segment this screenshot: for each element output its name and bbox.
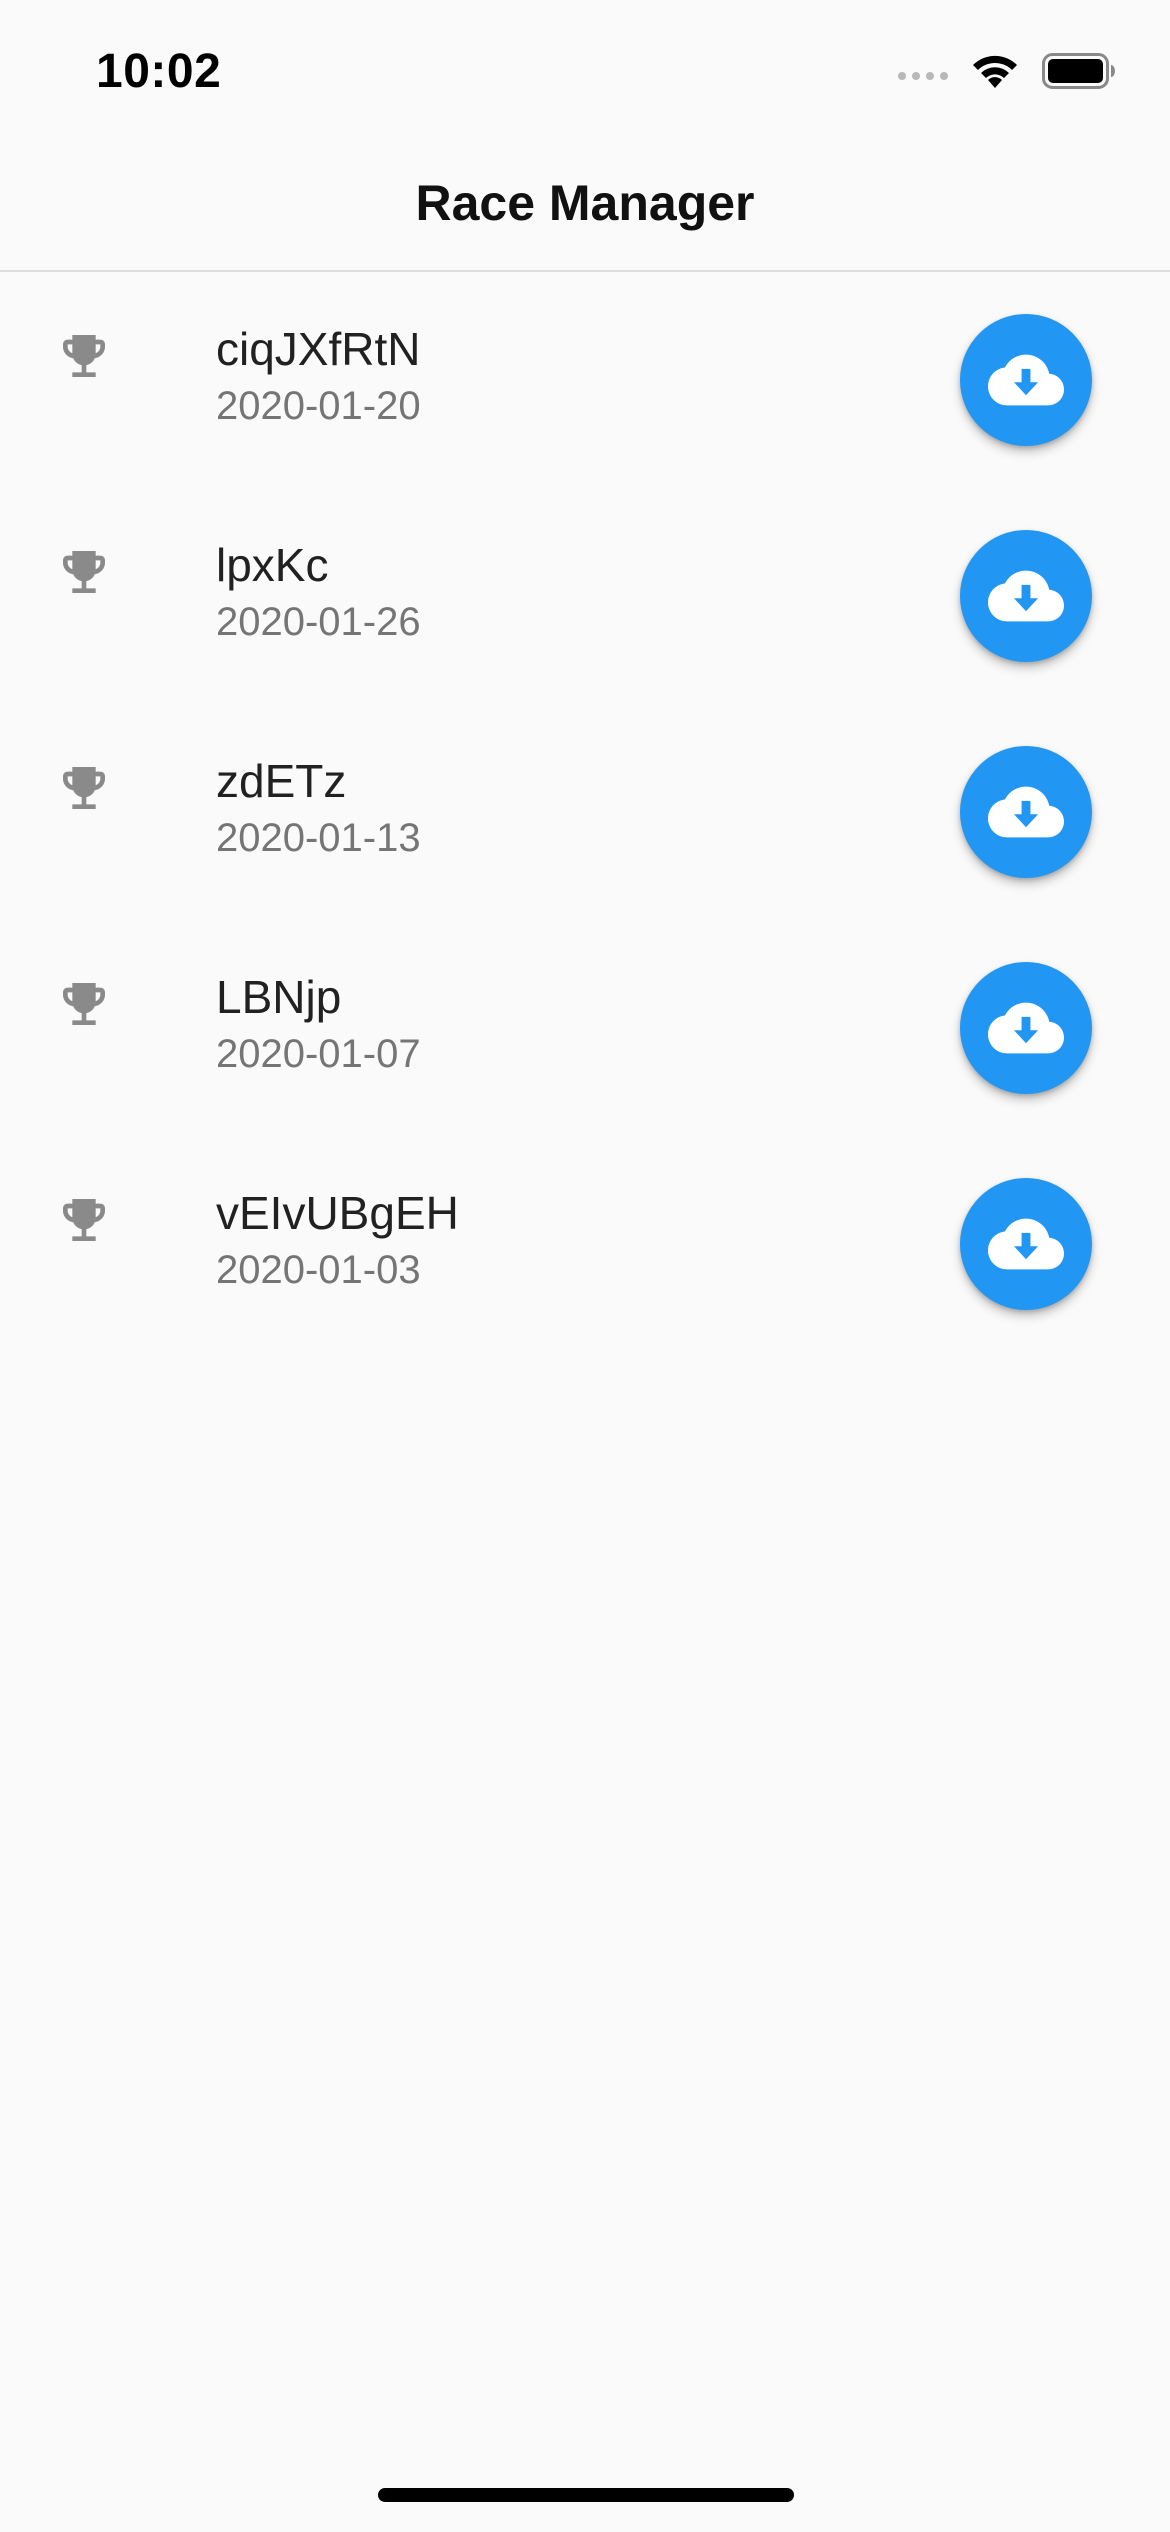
race-name: LBNjp (216, 971, 342, 1023)
home-indicator[interactable] (378, 2488, 794, 2502)
cloud-download-icon (988, 354, 1064, 406)
race-name: lpxKc (216, 539, 329, 591)
race-date: 2020-01-03 (216, 1248, 421, 1292)
cloud-download-icon (988, 1002, 1064, 1054)
status-bar: 10:02 (0, 0, 1170, 140)
race-list-item[interactable]: zdETz 2020-01-13 (0, 704, 1170, 920)
download-button[interactable] (960, 530, 1092, 662)
race-list-item[interactable]: LBNjp 2020-01-07 (0, 920, 1170, 1136)
trophy-icon (63, 335, 105, 377)
race-date: 2020-01-07 (216, 1032, 421, 1076)
download-button[interactable] (960, 1178, 1092, 1310)
status-icons (898, 52, 1116, 90)
download-button[interactable] (960, 314, 1092, 446)
trophy-icon (63, 1199, 105, 1241)
page-title: Race Manager (415, 175, 755, 231)
cloud-download-icon (988, 570, 1064, 622)
wifi-icon (973, 55, 1017, 88)
race-name: vEIvUBgEH (216, 1187, 459, 1239)
navigation-bar: Race Manager (0, 140, 1170, 272)
cloud-download-icon (988, 786, 1064, 838)
status-time: 10:02 (96, 45, 222, 98)
race-name: ciqJXfRtN (216, 323, 421, 375)
race-list-item[interactable]: ciqJXfRtN 2020-01-20 (0, 272, 1170, 488)
battery-icon (1042, 53, 1115, 89)
cellular-signal-icon (898, 72, 948, 80)
race-list-item[interactable]: lpxKc 2020-01-26 (0, 488, 1170, 704)
race-name: zdETz (216, 755, 347, 807)
download-button[interactable] (960, 746, 1092, 878)
race-list: ciqJXfRtN 2020-01-20 lpxKc 2020-01-26 zd… (0, 272, 1170, 1352)
trophy-icon (63, 767, 105, 809)
trophy-icon (63, 983, 105, 1025)
race-date: 2020-01-13 (216, 816, 421, 860)
race-date: 2020-01-20 (216, 384, 421, 428)
trophy-icon (63, 551, 105, 593)
race-list-item[interactable]: vEIvUBgEH 2020-01-03 (0, 1136, 1170, 1352)
cloud-download-icon (988, 1218, 1064, 1270)
race-date: 2020-01-26 (216, 600, 421, 644)
download-button[interactable] (960, 962, 1092, 1094)
